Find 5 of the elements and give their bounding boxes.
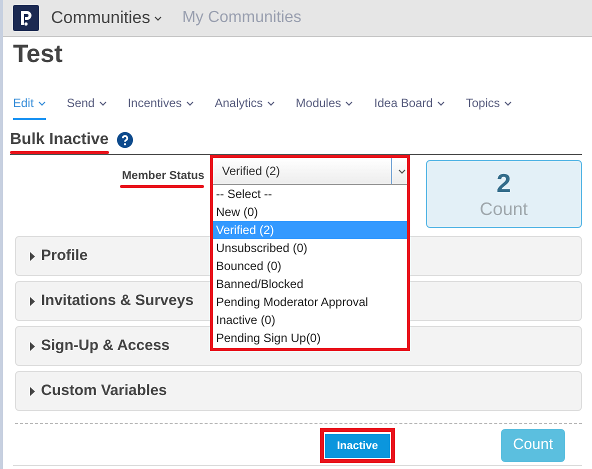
count-label: Count — [480, 198, 528, 220]
member-status-label: Member Status — [122, 169, 204, 184]
page-title: Test — [13, 39, 64, 70]
section-title: Bulk Inactive — [10, 130, 109, 150]
count-value: 2 — [496, 168, 511, 198]
